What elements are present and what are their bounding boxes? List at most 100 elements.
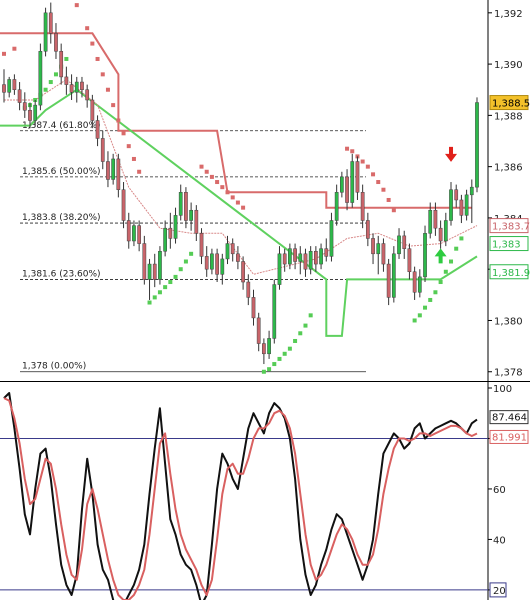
sar-dot	[371, 172, 376, 177]
sar-dot	[261, 369, 266, 374]
candle-body	[126, 220, 131, 242]
candle-body	[407, 248, 412, 273]
fib-level-label: 1,383.8 (38.20%)	[22, 213, 101, 223]
candle-body	[215, 253, 219, 275]
candle	[417, 269, 422, 298]
candle	[168, 212, 173, 249]
candle	[438, 220, 443, 249]
sar-dot	[277, 356, 282, 361]
price-tick-label: 1,378	[494, 368, 523, 379]
sar-dot	[443, 269, 448, 274]
candle	[225, 235, 230, 265]
sar-dot	[230, 195, 235, 200]
candle-body	[43, 12, 48, 52]
candle-body	[199, 233, 204, 257]
candle-body	[173, 215, 178, 239]
sar-dot	[459, 236, 464, 241]
candle	[386, 258, 391, 306]
candle	[303, 248, 308, 277]
candle-body	[277, 253, 282, 285]
candle	[69, 74, 74, 100]
sar-dot	[417, 313, 422, 318]
candle-body	[293, 248, 297, 262]
candle	[173, 207, 178, 244]
candle	[199, 228, 204, 265]
sar-dot	[100, 72, 105, 77]
candle	[251, 289, 256, 326]
candle-body	[324, 248, 329, 257]
candle-body	[241, 261, 245, 283]
sar-dot	[147, 300, 152, 305]
sar-dot	[303, 323, 308, 328]
candle-body	[412, 271, 417, 293]
candle	[381, 238, 386, 272]
oscillator-value-tag: 81.991	[492, 432, 527, 443]
candle-body	[454, 189, 459, 201]
sar-dot	[189, 251, 194, 256]
candle-body	[308, 250, 313, 270]
candle-body	[391, 253, 396, 298]
stochastic-d-line	[3, 397, 478, 600]
candle-body	[163, 227, 167, 252]
sar-dot	[215, 180, 220, 185]
candle-body	[194, 209, 199, 234]
candle-body	[449, 189, 453, 221]
oscillator-tick-label: 40	[493, 535, 506, 546]
fib-level-label: 1,385.6 (50.00%)	[22, 167, 101, 177]
candle-body	[464, 194, 469, 216]
candle-body	[246, 281, 251, 298]
candle	[267, 330, 271, 359]
candle	[256, 312, 261, 352]
candle-body	[95, 120, 100, 139]
candle	[158, 246, 162, 285]
candle	[459, 194, 464, 224]
candle-body	[417, 276, 422, 293]
candle-body	[168, 227, 173, 239]
candle	[184, 187, 188, 229]
candle	[111, 153, 116, 185]
sar-dot	[345, 146, 350, 151]
candle	[324, 238, 329, 262]
buy-signal-arrow	[434, 248, 447, 264]
sar-dot	[225, 190, 230, 195]
candle-body	[38, 51, 43, 106]
sar-dot	[241, 205, 246, 210]
sar-dot	[423, 305, 428, 310]
sar-dot	[43, 87, 48, 92]
sar-dot	[121, 131, 126, 136]
candle-body	[365, 220, 370, 239]
sar-dot	[365, 164, 370, 169]
sar-dot	[105, 87, 110, 92]
candle	[288, 243, 292, 270]
candle	[345, 169, 349, 211]
sar-dot	[454, 246, 459, 251]
sar-dot	[183, 259, 188, 264]
candle-body	[48, 12, 53, 34]
sar-dot	[157, 290, 162, 295]
candle-body	[371, 238, 375, 255]
candle	[272, 279, 277, 344]
candle	[85, 84, 90, 108]
candle-body	[355, 161, 360, 193]
candle	[329, 212, 334, 262]
candle-body	[90, 99, 95, 121]
sar-dot	[74, 3, 79, 8]
candle	[48, 2, 53, 44]
candle-body	[152, 263, 157, 280]
candle-body	[12, 79, 17, 90]
sar-dot	[199, 164, 204, 169]
candle-body	[262, 343, 266, 355]
sar-dot	[111, 103, 116, 108]
sar-dot	[449, 259, 454, 264]
candle	[194, 205, 199, 241]
sar-dot	[53, 72, 58, 77]
sar-dot	[116, 118, 121, 123]
stochastic-k-line	[3, 392, 478, 600]
sar-dot	[152, 295, 157, 300]
candle-body	[350, 161, 355, 203]
candle-body	[210, 253, 214, 270]
candle-body	[178, 192, 183, 216]
candle	[277, 246, 282, 290]
candle-body	[381, 243, 386, 265]
candle-body	[116, 158, 121, 190]
